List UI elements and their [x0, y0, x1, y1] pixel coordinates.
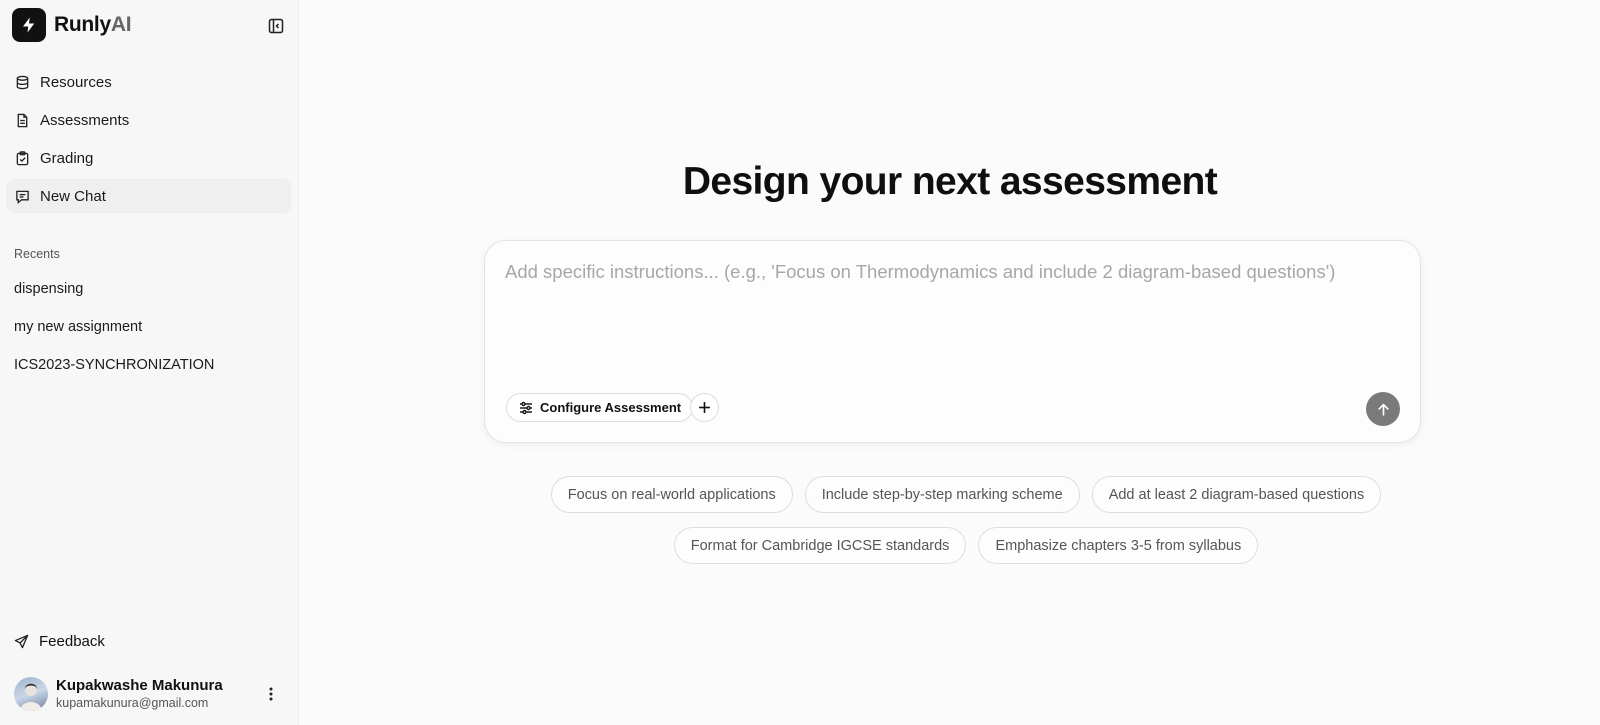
database-icon [14, 74, 30, 90]
user-profile[interactable]: Kupakwashe Makunura kupamakunura@gmail.c… [14, 676, 284, 712]
recent-chat-item[interactable]: dispensing [14, 276, 214, 314]
feedback-label: Feedback [39, 633, 105, 650]
assessment-composer: Configure Assessment [484, 240, 1421, 443]
send-plane-icon [14, 634, 30, 650]
avatar [14, 677, 48, 711]
user-info: Kupakwashe Makunura kupamakunura@gmail.c… [56, 677, 223, 711]
sidebar-item-label: Resources [40, 73, 112, 91]
suggestion-row: Focus on real-world applications Include… [316, 476, 1600, 513]
recent-chat-item[interactable]: my new assignment [14, 314, 214, 352]
sidebar: RunlyAI Resources Assessments Grading Ne… [0, 0, 299, 725]
suggestion-row: Format for Cambridge IGCSE standards Emp… [316, 527, 1600, 564]
suggestion-chip[interactable]: Add at least 2 diagram-based questions [1091, 476, 1382, 513]
add-attachment-button[interactable] [690, 393, 719, 422]
recent-chat-item[interactable]: ICS2023-SYNCHRONIZATION [14, 352, 214, 390]
sidebar-item-grading[interactable]: Grading [6, 141, 291, 175]
recents-heading: Recents [14, 247, 60, 261]
message-plus-icon [14, 188, 30, 204]
file-text-icon [14, 112, 30, 128]
page-title: Design your next assessment [682, 160, 1218, 203]
clipboard-check-icon [14, 150, 30, 166]
sidebar-item-label: Assessments [40, 111, 130, 129]
sidebar-item-label: New Chat [40, 187, 106, 205]
instructions-input[interactable] [505, 261, 1400, 381]
configure-assessment-button[interactable]: Configure Assessment [506, 393, 694, 422]
more-options-icon[interactable] [262, 684, 280, 704]
sidebar-item-resources[interactable]: Resources [6, 65, 291, 99]
sidebar-item-new-chat[interactable]: New Chat [6, 179, 291, 213]
sidebar-item-label: Grading [40, 149, 94, 167]
arrow-up-icon [1377, 403, 1389, 416]
suggestion-chip[interactable]: Format for Cambridge IGCSE standards [673, 527, 967, 564]
suggestion-chip[interactable]: Emphasize chapters 3-5 from syllabus [978, 527, 1259, 564]
feedback-link[interactable]: Feedback [14, 633, 105, 650]
plus-icon [699, 402, 710, 413]
user-name: Kupakwashe Makunura [56, 677, 223, 694]
sliders-icon [519, 401, 533, 415]
user-email: kupamakunura@gmail.com [56, 696, 209, 710]
bolt-logo-icon [12, 8, 46, 42]
send-button[interactable] [1366, 392, 1400, 426]
collapse-sidebar-icon[interactable] [266, 16, 286, 36]
suggestion-chip[interactable]: Focus on real-world applications [550, 476, 793, 513]
brand-name: RunlyAI [54, 13, 132, 36]
recents-list: dispensing my new assignment ICS2023-SYN… [14, 276, 214, 390]
sidebar-nav: Resources Assessments Grading New Chat [6, 65, 291, 217]
configure-assessment-label: Configure Assessment [540, 400, 682, 415]
suggestion-chip[interactable]: Include step-by-step marking scheme [804, 476, 1080, 513]
brand[interactable]: RunlyAI [12, 8, 132, 42]
sidebar-item-assessments[interactable]: Assessments [6, 103, 291, 137]
